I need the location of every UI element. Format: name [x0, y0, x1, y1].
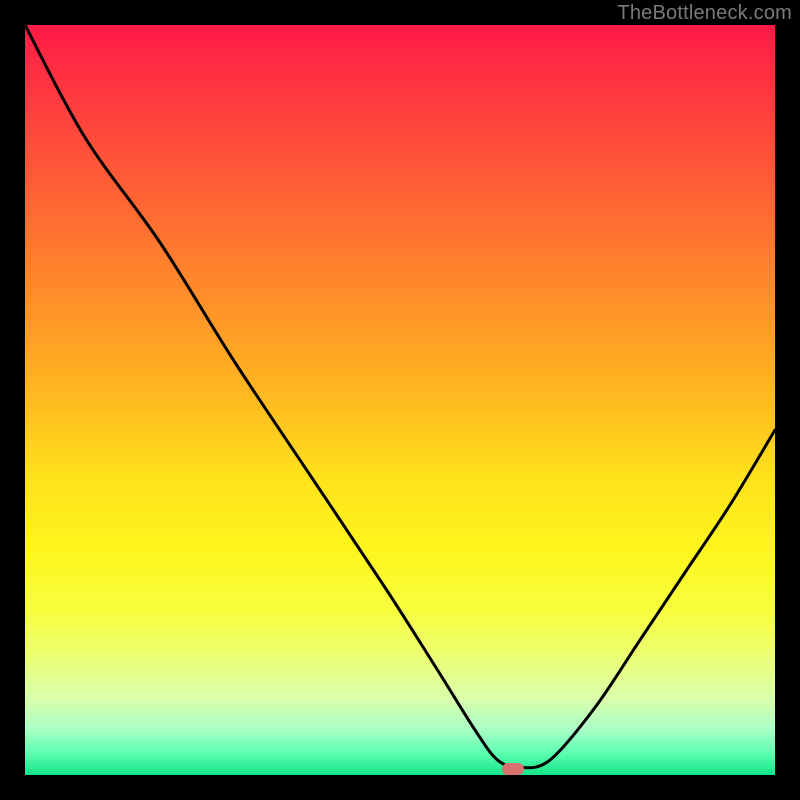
chart-background-gradient [25, 25, 775, 775]
chart-frame [25, 25, 775, 775]
watermark-text: TheBottleneck.com [617, 2, 792, 25]
optimal-point-marker [502, 763, 524, 775]
